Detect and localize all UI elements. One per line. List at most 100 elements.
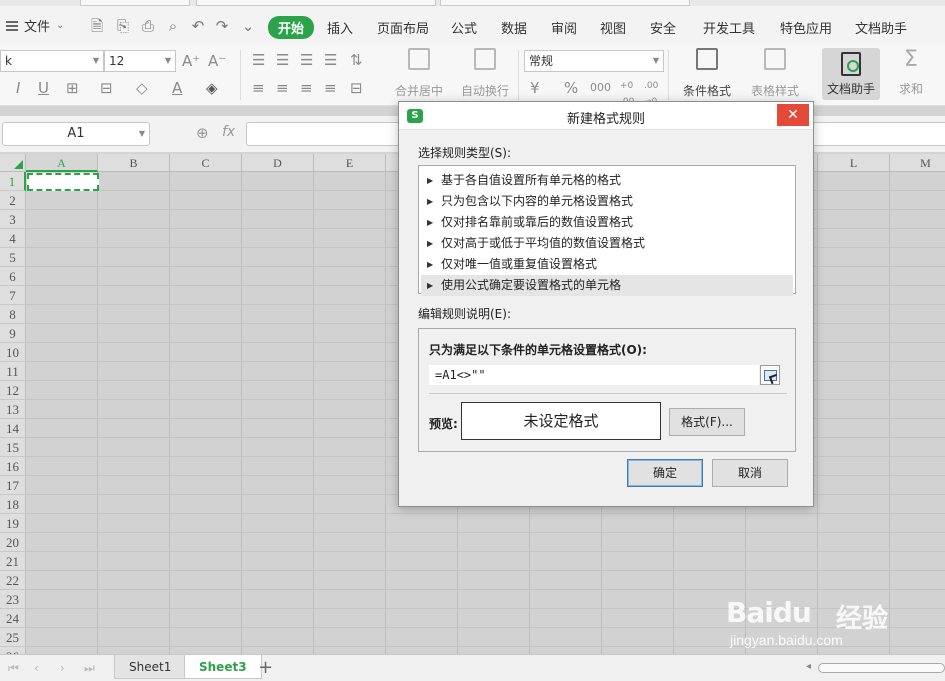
italic-icon[interactable]: I [16, 80, 20, 96]
active-cell-a1[interactable] [27, 173, 99, 191]
save-icon[interactable]: 🗎 [89, 18, 105, 34]
row-header[interactable]: 26 [0, 647, 26, 654]
horizontal-scrollbar[interactable]: ◂ [806, 661, 945, 675]
column-header[interactable]: D [242, 154, 314, 172]
add-sheet-icon[interactable]: + [258, 657, 273, 678]
row-header[interactable]: 9 [0, 324, 26, 343]
column-header[interactable]: C [170, 154, 242, 172]
export-icon[interactable]: ⎘ [115, 18, 131, 34]
fill-color-icon[interactable]: ◇ [136, 80, 148, 96]
menu-tab-data[interactable]: 数据 [501, 18, 527, 37]
sum-button[interactable]: Σ 求和 [886, 48, 936, 97]
column-header[interactable]: L [818, 154, 890, 172]
row-header[interactable]: 18 [0, 495, 26, 514]
format-button[interactable]: 格式(F)... [669, 408, 745, 436]
print-preview-icon[interactable]: ⌕ [165, 18, 181, 34]
row-header[interactable]: 4 [0, 229, 26, 248]
row-header[interactable]: 20 [0, 533, 26, 552]
menu-tab-page-layout[interactable]: 页面布局 [377, 18, 429, 37]
next-sheet-icon[interactable]: › [60, 661, 65, 675]
menu-tab-review[interactable]: 审阅 [551, 18, 577, 37]
text-direction-icon[interactable]: ⇅ [350, 52, 363, 68]
conditional-format-button[interactable]: 条件格式 [670, 48, 744, 99]
align-left-icon[interactable]: ≡ [252, 80, 265, 96]
merge-center-button[interactable]: 合并居中 [382, 48, 456, 99]
first-sheet-icon[interactable]: ⏮ [8, 661, 19, 676]
row-header[interactable]: 24 [0, 609, 26, 628]
font-grow-icon[interactable]: A⁺ [182, 53, 200, 69]
align-top-icon[interactable]: ☰ [252, 52, 265, 68]
menu-tab-special[interactable]: 特色应用 [780, 18, 832, 37]
cancel-button[interactable]: 取消 [712, 459, 788, 487]
row-header[interactable]: 19 [0, 514, 26, 533]
menu-tab-formulas[interactable]: 公式 [451, 18, 477, 37]
row-header[interactable]: 15 [0, 438, 26, 457]
rule-type-item[interactable]: ▶ 仅对唯一值或重复值设置格式 [421, 254, 793, 275]
menu-tab-developer[interactable]: 开发工具 [703, 18, 755, 37]
undo-icon[interactable]: ↶ [190, 18, 206, 34]
row-header[interactable]: 16 [0, 457, 26, 476]
row-header[interactable]: 6 [0, 267, 26, 286]
rule-type-item[interactable]: ▶ 只为包含以下内容的单元格设置格式 [421, 191, 793, 212]
rule-type-item[interactable]: ▶ 基于各自值设置所有单元格的格式 [421, 170, 793, 191]
sheet-tab-sheet3[interactable]: Sheet3 [184, 655, 262, 679]
distributed-icon[interactable]: ⊟ [350, 80, 363, 96]
last-sheet-icon[interactable]: ⏭ [84, 661, 95, 676]
redo-icon[interactable]: ↷ [214, 18, 230, 34]
close-icon[interactable]: ✕ [777, 104, 809, 126]
row-header[interactable]: 5 [0, 248, 26, 267]
row-header[interactable]: 1 [0, 172, 26, 191]
formula-input-tail[interactable] [810, 122, 945, 146]
menu-tab-security[interactable]: 安全 [650, 18, 676, 37]
align-right-icon[interactable]: ≡ [300, 80, 313, 96]
table-style-button[interactable]: 表格样式 [738, 48, 812, 99]
row-header[interactable]: 3 [0, 210, 26, 229]
select-all-corner[interactable] [0, 154, 26, 172]
row-header[interactable]: 25 [0, 628, 26, 647]
scroll-left-icon[interactable]: ◂ [806, 661, 811, 672]
name-box[interactable]: A1 ▼ [2, 122, 150, 146]
font-color-icon[interactable]: A [172, 80, 182, 96]
row-header[interactable]: 10 [0, 343, 26, 362]
row-header[interactable]: 22 [0, 571, 26, 590]
column-header[interactable]: M [890, 154, 945, 172]
row-header[interactable]: 14 [0, 419, 26, 438]
row-header[interactable]: 23 [0, 590, 26, 609]
row-header[interactable]: 2 [0, 191, 26, 210]
doc-helper-button[interactable]: 文档助手 [822, 48, 880, 100]
rule-type-item[interactable]: ▶ 仅对排名靠前或靠后的数值设置格式 [421, 212, 793, 233]
font-name-select[interactable]: k ▼ [0, 50, 104, 72]
clear-icon[interactable]: ◈ [206, 80, 218, 96]
align-bottom-icon[interactable]: ☰ [300, 52, 313, 68]
number-format-select[interactable]: 常规 ▼ [524, 50, 664, 72]
align-center-icon[interactable]: ≡ [276, 80, 289, 96]
format-painter-icon[interactable]: ⊟ [100, 80, 113, 96]
border-icon[interactable]: ⊞ [66, 80, 79, 96]
currency-icon[interactable]: ¥ [530, 80, 540, 96]
scrollbar-thumb[interactable] [818, 663, 945, 673]
row-header[interactable]: 21 [0, 552, 26, 571]
percent-icon[interactable]: % [564, 80, 578, 96]
wrap-text-button[interactable]: 自动换行 [448, 48, 522, 99]
range-select-icon[interactable] [760, 365, 780, 385]
ok-button[interactable]: 确定 [627, 459, 703, 487]
print-icon[interactable]: ⎙ [140, 18, 156, 34]
indent-icon[interactable]: ☰ [324, 52, 337, 68]
row-header[interactable]: 8 [0, 305, 26, 324]
menu-tab-home[interactable]: 开始 [268, 16, 315, 39]
row-header[interactable]: 13 [0, 400, 26, 419]
row-header[interactable]: 7 [0, 286, 26, 305]
menu-tab-doc-helper[interactable]: 文档助手 [855, 18, 907, 37]
customize-chevron-icon[interactable]: ⌄ [240, 18, 256, 34]
column-header[interactable]: B [98, 154, 170, 172]
justify-icon[interactable]: ≡ [324, 80, 337, 96]
font-shrink-icon[interactable]: A⁻ [208, 53, 226, 69]
menu-tab-insert[interactable]: 插入 [327, 18, 353, 37]
rule-type-list[interactable]: ▶ 基于各自值设置所有单元格的格式 ▶ 只为包含以下内容的单元格设置格式 ▶ 仅对排名靠前… [418, 165, 796, 296]
underline-icon[interactable]: U [38, 80, 49, 96]
row-header[interactable]: 12 [0, 381, 26, 400]
sheet-tab-sheet1[interactable]: Sheet1 [114, 655, 187, 679]
rule-type-item[interactable]: ▶ 使用公式确定要设置格式的单元格 [421, 275, 793, 296]
row-header[interactable]: 17 [0, 476, 26, 495]
fx-icon[interactable]: fx [222, 124, 235, 140]
